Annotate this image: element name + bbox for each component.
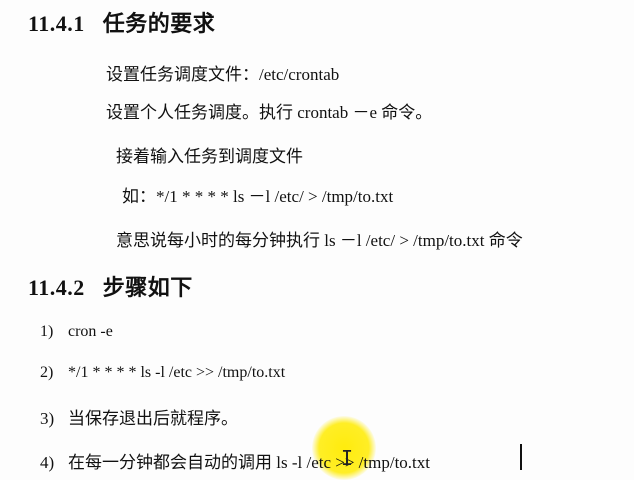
list-item: 1) cron -e [40, 323, 113, 341]
list-item: 3) 当保存退出后就程序。 [40, 404, 238, 429]
list-item: 2) */1 * * * * ls -l /etc >> /tmp/to.txt [40, 364, 285, 382]
step-text: cron -e [68, 323, 113, 340]
ibeam-cursor-icon: I [341, 446, 354, 470]
step-text: 在每一分钟都会自动的调用 ls -l /etc >> /tmp/to.txt [68, 453, 430, 472]
section-title: 任务的要求 [102, 11, 216, 36]
section-number: 11.4.1 [28, 11, 85, 36]
text-line: 意思说每小时的每分钟执行 ls －l /etc/ > /tmp/to.txt 命… [116, 231, 523, 250]
text-line: 接着输入任务到调度文件 [116, 147, 303, 166]
step-text: 当保存退出后就程序。 [68, 409, 238, 428]
section-heading-2: 11.4.2 步骤如下 [28, 270, 193, 302]
text-line: 设置任务调度文件：/etc/crontab [106, 65, 340, 84]
step-number: 2) [40, 364, 54, 381]
list-item: 4) 在每一分钟都会自动的调用 ls -l /etc >> /tmp/to.txt [40, 448, 430, 473]
step-number: 1) [40, 323, 54, 340]
section-title: 步骤如下 [102, 275, 193, 300]
step-number: 4) [40, 453, 55, 472]
step-number: 3) [40, 409, 55, 428]
section-heading-1: 11.4.1 任务的要求 [28, 6, 215, 38]
text-line: 设置个人任务调度。执行 crontab －e 命令。 [106, 103, 433, 122]
section-number: 11.4.2 [28, 275, 85, 300]
text-line: 如：*/1 * * * * ls －l /etc/ > /tmp/to.txt [122, 187, 394, 206]
text-caret [520, 444, 522, 470]
step-text: */1 * * * * ls -l /etc >> /tmp/to.txt [68, 364, 286, 381]
